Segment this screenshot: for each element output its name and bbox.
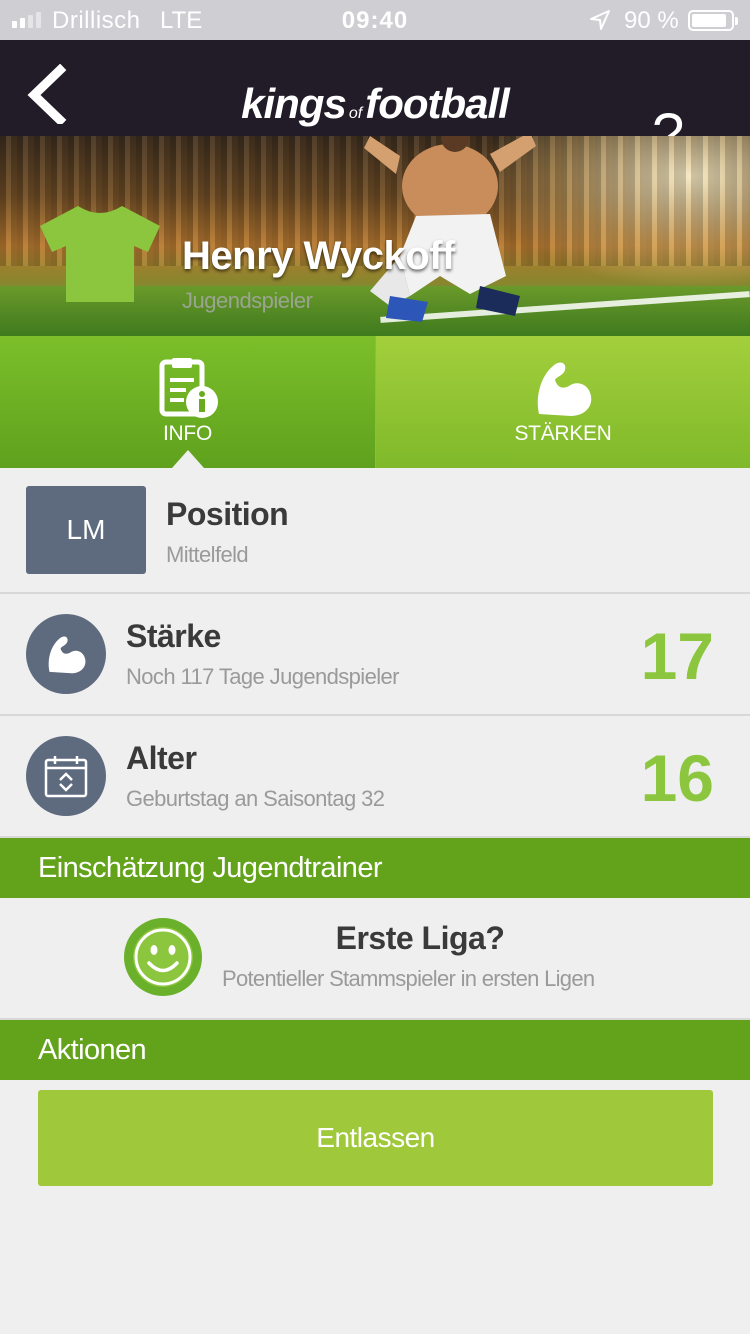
player-role: Jugendspieler (182, 288, 313, 313)
strength-icon-badge (26, 614, 106, 694)
position-subtitle: Mittelfeld (166, 542, 249, 567)
info-clipboard-icon (159, 358, 218, 418)
tab-info-label: INFO (163, 422, 212, 445)
battery-level (692, 14, 726, 27)
assessment-title: Erste Liga? (335, 920, 505, 956)
player-tabs: INFO STÄRKEN (0, 336, 750, 468)
position-title: Position (166, 496, 289, 532)
age-icon-badge (26, 736, 106, 816)
strength-subtitle: Noch 117 Tage Jugendspieler (126, 664, 399, 689)
logo-word-kings: kings (241, 80, 347, 127)
battery-icon (688, 10, 738, 31)
logo-word-of: of (348, 105, 363, 122)
app-logo: kings offootball (0, 80, 750, 128)
strength-value: 17 (640, 619, 714, 693)
age-value: 16 (640, 741, 714, 815)
position-row: LM Position Mittelfeld (0, 468, 750, 594)
logo-word-football: football (365, 80, 510, 127)
smiley-icon (124, 918, 202, 996)
assessment-subtitle: Potentieller Stammspieler in ersten Lige… (222, 966, 595, 991)
assessment-row: Erste Liga? Potentieller Stammspieler in… (0, 898, 750, 1020)
age-subtitle: Geburtstag an Saisontag 32 (126, 786, 385, 811)
strength-row: Stärke Noch 117 Tage Jugendspieler 17 (0, 594, 750, 716)
active-tab-indicator (172, 450, 204, 468)
flexed-arm-icon (537, 362, 592, 416)
age-title: Alter (126, 740, 197, 776)
tab-staerken-label: STÄRKEN (514, 422, 612, 445)
tab-info[interactable]: INFO (0, 336, 375, 468)
actions-header: Aktionen (0, 1020, 750, 1080)
strength-title: Stärke (126, 618, 221, 654)
location-arrow-icon (590, 10, 610, 30)
player-name: Henry Wyckoff (182, 234, 455, 278)
battery-percent: 90 % (624, 7, 679, 34)
calendar-icon (44, 756, 88, 798)
age-row: Alter Geburtstag an Saisontag 32 16 (0, 716, 750, 838)
assessment-header: Einschätzung Jugendtrainer (0, 838, 750, 898)
status-bar: Drillisch LTE 09:40 90 % (0, 0, 750, 40)
flexed-arm-icon (48, 636, 86, 674)
jersey-icon (40, 206, 160, 302)
position-badge: LM (26, 486, 146, 574)
celebrating-player-image (364, 136, 536, 322)
release-player-button[interactable]: Entlassen (38, 1090, 713, 1186)
tab-staerken[interactable]: STÄRKEN (375, 336, 750, 468)
player-hero-banner: Henry Wyckoff Jugendspieler (0, 136, 750, 336)
navigation-bar: kings offootball ? (0, 40, 750, 164)
